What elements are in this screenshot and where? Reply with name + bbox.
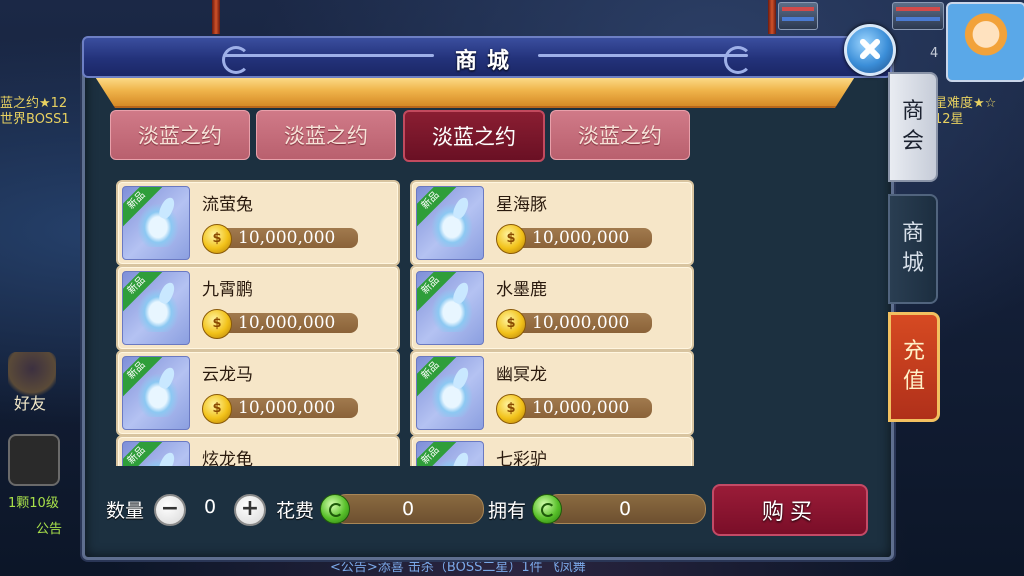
item-price: 10,000,000 xyxy=(238,228,336,248)
side-tab-char: 会 xyxy=(901,129,924,154)
mount-thumbnail: 新品 xyxy=(416,441,484,466)
item-name: 流萤兔 xyxy=(202,195,253,215)
mount-thumbnail: 新品 xyxy=(416,271,484,345)
bg-text: 公告 xyxy=(36,522,63,537)
player-avatar[interactable] xyxy=(946,2,1024,82)
plus-button[interactable]: + xyxy=(234,494,266,526)
category-tab-4[interactable]: 淡蓝之约 xyxy=(550,110,690,160)
mount-thumbnail: 新品 xyxy=(122,356,190,430)
jade-coin-icon xyxy=(320,494,350,524)
shop-title: 商城 xyxy=(454,49,519,74)
mount-thumbnail: 新品 xyxy=(122,441,190,466)
side-tab-guild[interactable]: 商 会 xyxy=(888,72,938,182)
item-name: 九霄鹏 xyxy=(202,280,253,300)
bg-text: 12星 xyxy=(934,112,964,127)
mount-icon xyxy=(137,203,179,247)
background-pole xyxy=(212,0,220,34)
quantity-label: 数量 xyxy=(106,500,145,522)
item-price: 10,000,000 xyxy=(532,398,630,418)
item-price: 10,000,000 xyxy=(238,398,336,418)
gold-coin-icon: $ xyxy=(496,224,526,254)
shop-title-bar: 商城 xyxy=(82,36,892,78)
mount-icon xyxy=(431,288,473,332)
mount-icon xyxy=(431,373,473,417)
mount-thumbnail: 新品 xyxy=(416,356,484,430)
side-tab-char: 商 xyxy=(901,99,924,124)
cost-field: 0 xyxy=(332,494,484,524)
hud-hp-bar xyxy=(778,2,818,30)
close-button[interactable] xyxy=(844,24,896,76)
background-pole xyxy=(768,0,776,34)
side-tab-char: 充 xyxy=(902,339,925,364)
bg-text: 1颗10级 xyxy=(8,496,59,511)
category-tab-1[interactable]: 淡蓝之约 xyxy=(110,110,250,160)
item-card[interactable]: 新品 水墨鹿 $ 10,000,000 xyxy=(410,265,694,351)
chat-icon[interactable] xyxy=(8,434,60,486)
item-price: 10,000,000 xyxy=(532,228,630,248)
mount-icon xyxy=(137,373,179,417)
item-name: 云龙马 xyxy=(202,365,253,385)
item-price: 10,000,000 xyxy=(238,313,336,333)
side-tab-char: 城 xyxy=(901,251,924,276)
item-card[interactable]: 新品 云龙马 $ 10,000,000 xyxy=(116,350,400,436)
gold-coin-icon: $ xyxy=(202,224,232,254)
item-name: 七彩驴 xyxy=(496,450,547,466)
item-name: 水墨鹿 xyxy=(496,280,547,300)
jade-coin-icon xyxy=(532,494,562,524)
avatar-badge: 4 xyxy=(930,46,939,61)
gold-coin-icon: $ xyxy=(496,394,526,424)
owned-field: 0 xyxy=(544,494,706,524)
side-tab-recharge[interactable]: 充 值 xyxy=(888,312,940,422)
item-name: 幽冥龙 xyxy=(496,365,547,385)
minus-button[interactable]: − xyxy=(154,494,186,526)
mount-thumbnail: 新品 xyxy=(122,186,190,260)
mount-thumbnail: 新品 xyxy=(122,271,190,345)
item-card[interactable]: 新品 九霄鹏 $ 10,000,000 xyxy=(116,265,400,351)
friends-label: 好友 xyxy=(14,394,47,413)
side-tab-shop[interactable]: 商 城 xyxy=(888,194,938,304)
item-card[interactable]: 新品 七彩驴 xyxy=(410,435,694,466)
gold-coin-icon: $ xyxy=(202,394,232,424)
quantity-value[interactable]: 0 xyxy=(186,496,234,518)
item-card[interactable]: 新品 幽冥龙 $ 10,000,000 xyxy=(410,350,694,436)
side-tab-char: 值 xyxy=(902,369,925,394)
owned-label: 拥有 xyxy=(488,500,527,522)
item-card[interactable]: 新品 炫龙龟 xyxy=(116,435,400,466)
gold-coin-icon: $ xyxy=(496,309,526,339)
buy-button[interactable]: 购买 xyxy=(712,484,868,536)
mount-icon xyxy=(431,203,473,247)
gold-coin-icon: $ xyxy=(202,309,232,339)
item-name: 炫龙龟 xyxy=(202,450,253,466)
item-grid[interactable]: 新品 流萤兔 $ 10,000,000 新品 星海豚 $ 10,000,000 … xyxy=(108,176,698,466)
item-card[interactable]: 新品 星海豚 $ 10,000,000 xyxy=(410,180,694,266)
mount-thumbnail: 新品 xyxy=(416,186,484,260)
item-card[interactable]: 新品 流萤兔 $ 10,000,000 xyxy=(116,180,400,266)
item-name: 星海豚 xyxy=(496,195,547,215)
mount-icon xyxy=(137,288,179,332)
cost-label: 花费 xyxy=(276,500,315,522)
category-tab-3[interactable]: 淡蓝之约 xyxy=(403,110,545,162)
item-price: 10,000,000 xyxy=(532,313,630,333)
side-tab-char: 商 xyxy=(901,221,924,246)
hud-mp-bar xyxy=(892,2,944,30)
category-tab-2[interactable]: 淡蓝之约 xyxy=(256,110,396,160)
bg-text: 世界BOSS1 xyxy=(0,112,70,127)
